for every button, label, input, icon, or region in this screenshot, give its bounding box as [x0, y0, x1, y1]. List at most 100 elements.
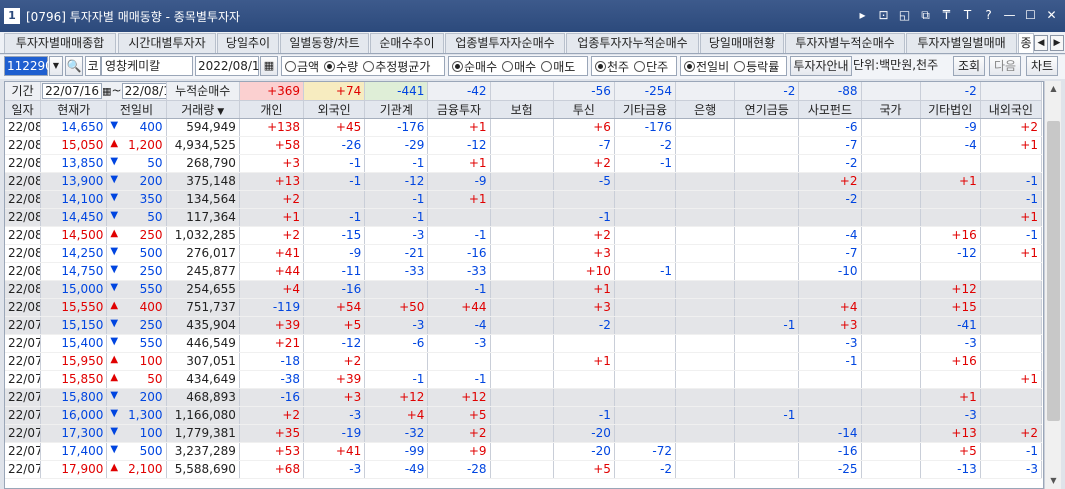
maximize-icon[interactable]: ☐	[1023, 8, 1038, 23]
column-header[interactable]: 금융투자	[427, 100, 491, 119]
date-input[interactable]: 2022/08/16	[195, 56, 267, 76]
column-header[interactable]: 개인	[239, 100, 305, 119]
investor-info-button[interactable]: 투자자안내	[790, 56, 852, 76]
tab-10[interactable]: 투자자별일별매매	[906, 33, 1017, 53]
table-row[interactable]: 22/08/1013,900▼200375,148+13-1-12-9-5+2+…	[5, 172, 1043, 191]
table-row[interactable]: 22/08/1215,050▲ 1,2004,934,525+58-26-29-1…	[5, 136, 1043, 155]
radio-unit-option[interactable]: 추정평균가	[363, 58, 430, 75]
table-row[interactable]: 22/07/2815,400▼550446,549+21-12-6-3-3-3	[5, 334, 1043, 353]
radio-unchecked-icon[interactable]	[285, 60, 296, 72]
column-header[interactable]: 거래량 ▼	[166, 100, 240, 119]
radio-unchecked-icon[interactable]	[734, 60, 746, 72]
tab-7[interactable]: 업종투자자누적순매수	[566, 33, 699, 53]
radio-checked-icon[interactable]	[324, 60, 336, 72]
column-header[interactable]: 국가	[861, 100, 921, 119]
calendar-icon[interactable]: ▦	[102, 86, 111, 97]
radio-unchecked-icon[interactable]	[502, 60, 514, 72]
vertical-scrollbar[interactable]: ▲ ▼	[1044, 81, 1061, 489]
table-row[interactable]: 22/07/2515,800▼200468,893-16+3+12+12+1	[5, 388, 1043, 407]
radio-unchecked-icon[interactable]	[634, 60, 646, 72]
radio-checked-icon[interactable]	[684, 60, 695, 72]
radio-checked-icon[interactable]	[595, 60, 606, 72]
table-row[interactable]: 22/08/1113,850▼50268,790+3-1-1+1+2-1-2	[5, 154, 1043, 173]
arrow-right-icon[interactable]: ▸	[855, 8, 870, 23]
table-row[interactable]: 22/08/0914,100▼350134,564+2-1+1-2-1	[5, 190, 1043, 209]
table-row[interactable]: 22/08/0414,250▼ 500276,017+41-9-21-16 +3 -7…	[5, 244, 1043, 263]
chart-button[interactable]: 차트	[1026, 56, 1058, 76]
radio-compare-option[interactable]: 등락률	[734, 58, 779, 75]
table-row[interactable]: 22/07/1917,900▲2,1005,588,690+68-3-49-28…	[5, 460, 1043, 479]
column-header[interactable]: 은행	[675, 100, 736, 119]
next-button[interactable]: 다음	[989, 56, 1021, 76]
radio-unchecked-icon[interactable]	[541, 60, 553, 72]
table-row[interactable]: 22/07/2715,950▲ 100307,051-18+2 +1 -1 +16	[5, 352, 1043, 371]
column-header[interactable]: 연기금등	[734, 100, 800, 119]
scroll-thumb[interactable]	[1047, 121, 1060, 421]
code-dropdown-icon[interactable]: ▼	[49, 56, 63, 76]
tab-next-icon[interactable]: ▶	[1050, 35, 1064, 51]
radio-type-option[interactable]: 매도	[541, 58, 575, 75]
tab-8[interactable]: 당일매매현황	[700, 33, 784, 53]
scroll-down-icon[interactable]: ▼	[1045, 473, 1062, 489]
column-header[interactable]: 외국인	[303, 100, 366, 119]
column-header[interactable]: 기타금융	[614, 100, 677, 119]
column-header[interactable]: 투신	[553, 100, 615, 119]
pin-icon[interactable]: ₸	[939, 8, 954, 23]
table-row[interactable]: 22/08/1614,650▼400594,949+138+45-176+1+6…	[5, 118, 1043, 137]
tab-5[interactable]: 순매수추이	[370, 33, 444, 53]
search-icon[interactable]: 🔍	[65, 56, 83, 76]
column-header[interactable]: 보험	[490, 100, 554, 119]
sort-dropdown-icon[interactable]: ▼	[214, 107, 224, 117]
column-header[interactable]: 일자	[5, 100, 42, 119]
minimize-icon[interactable]: —	[1002, 8, 1017, 23]
radio-type-option[interactable]: 매수	[502, 58, 536, 75]
radio-unit-option[interactable]: 금액	[285, 58, 319, 75]
period-from-input[interactable]: 22/07/16	[42, 82, 103, 99]
radio-compare-option[interactable]: 전일비	[684, 58, 729, 75]
stock-code-input[interactable]: 112290	[4, 56, 53, 76]
table-row[interactable]: 22/07/2017,400▼ 5003,237,289+53+41-99+9 -2…	[5, 442, 1043, 461]
table-row[interactable]: 22/08/0814,450▼50117,364+1-1-1-1+1	[5, 208, 1043, 227]
column-header[interactable]: 내외국인	[980, 100, 1043, 119]
table-row[interactable]: 22/07/2117,300▼1001,779,381+35-19-32+2-2…	[5, 424, 1043, 443]
column-header[interactable]: 기타법인	[920, 100, 981, 119]
radio-type-option[interactable]: 순매수	[452, 58, 497, 75]
table-row[interactable]: 22/07/2216,000▼1,3001,166,080+2-3+4+5-1-…	[5, 406, 1043, 425]
radio-unit-option[interactable]: 수량	[324, 58, 358, 75]
table-row[interactable]: 22/08/0314,750▼250245,877+44-11-33-33+10…	[5, 262, 1043, 281]
tab-6[interactable]: 업종별투자자순매수	[445, 33, 565, 53]
period-range[interactable]: 22/07/16▦~22/08/16▦	[40, 82, 167, 101]
restore-icon[interactable]: ◱	[897, 8, 912, 23]
radio-checked-icon[interactable]	[452, 60, 463, 72]
window-number-badge[interactable]: 1	[4, 8, 20, 24]
column-header[interactable]: 기관계	[364, 100, 429, 119]
radio-share-option[interactable]: 천주	[595, 58, 629, 75]
screenshot-icon[interactable]: ⊡	[876, 8, 891, 23]
calendar-icon[interactable]: ▦	[260, 56, 278, 76]
period-to-input[interactable]: 22/08/16	[121, 82, 165, 99]
radio-share-option[interactable]: 단주	[634, 58, 668, 75]
table-row[interactable]: 22/08/0215,000▼ 550254,655+4-16 -1 +1 +12	[5, 280, 1043, 299]
close-icon[interactable]: ✕	[1044, 8, 1059, 23]
table-row[interactable]: 22/08/0514,500▲2501,032,285+2-15-3-1+2-4…	[5, 226, 1043, 245]
column-header[interactable]: 전일비	[106, 100, 167, 119]
query-button[interactable]: 조회	[953, 56, 985, 76]
tab-prev-icon[interactable]: ◀	[1034, 35, 1048, 51]
column-header[interactable]: 사모펀드	[798, 100, 862, 119]
table-row[interactable]: 22/08/0115,550▲ 400751,737-119+54+50+44 +3…	[5, 298, 1043, 317]
font-icon[interactable]: T	[960, 8, 975, 23]
tab-3[interactable]: 당일추이	[217, 33, 279, 53]
tab-2[interactable]: 시간대별투자자	[118, 33, 216, 53]
column-header[interactable]: 현재가	[40, 100, 108, 119]
scroll-up-icon[interactable]: ▲	[1045, 81, 1062, 97]
tab-9[interactable]: 투자자별누적순매수	[785, 33, 905, 53]
table-row[interactable]: 22/07/2615,850▲50434,649-38+39-1-1+1	[5, 370, 1043, 389]
tab-11[interactable]: 종	[1018, 33, 1034, 53]
tile-icon[interactable]: ⧉	[918, 8, 933, 23]
stock-name-field[interactable]: 영창케미칼	[101, 56, 193, 76]
help-icon[interactable]: ?	[981, 8, 996, 23]
table-row[interactable]: 22/07/2915,150▼ 250435,904+39+5-3-4 -2 -1+3…	[5, 316, 1043, 335]
tab-4[interactable]: 일별동향/차트	[280, 33, 369, 53]
tab-1[interactable]: 투자자별매매종합	[4, 33, 116, 53]
radio-unchecked-icon[interactable]	[363, 60, 375, 72]
